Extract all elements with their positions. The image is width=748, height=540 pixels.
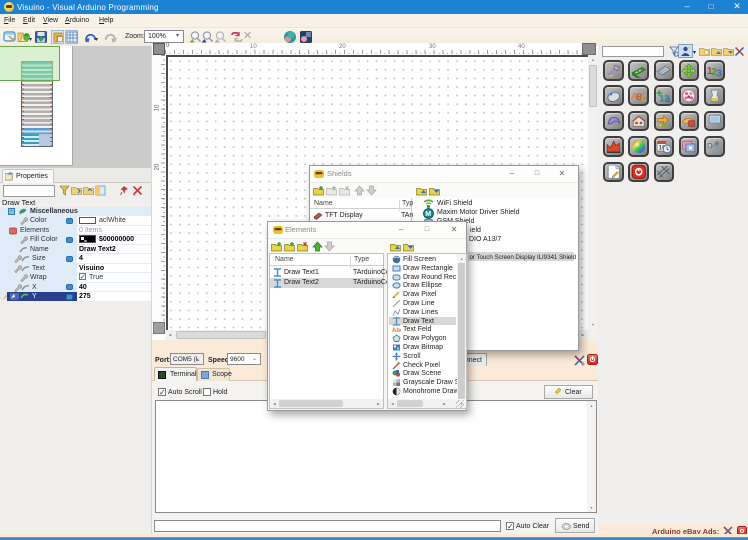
- svg-text:3: 3: [666, 95, 671, 103]
- svg-text:C: C: [641, 93, 647, 103]
- svg-text:M: M: [425, 211, 431, 218]
- svg-text:3: 3: [716, 68, 722, 78]
